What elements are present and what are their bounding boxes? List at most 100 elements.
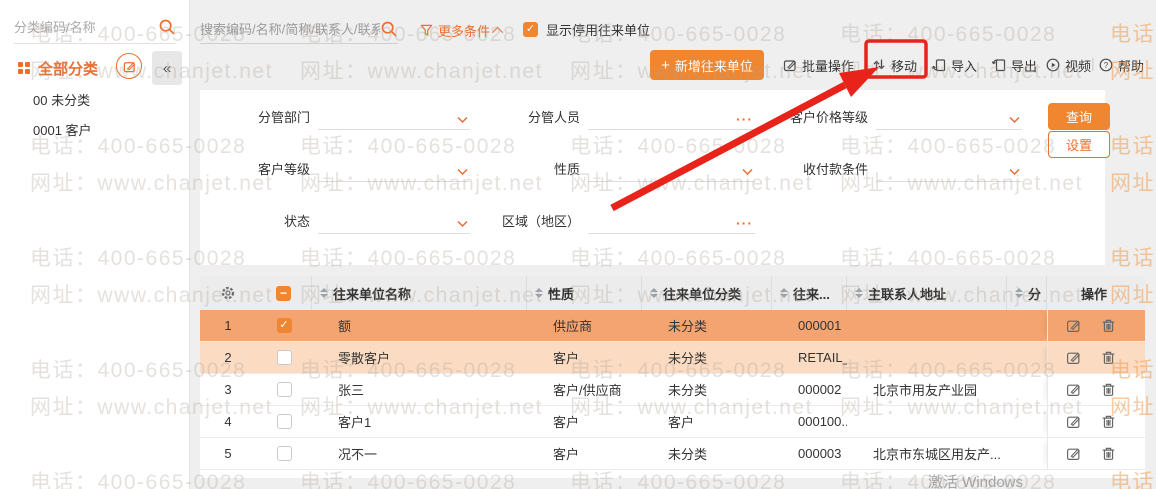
edit-category-button[interactable] [116, 53, 142, 79]
column-settings-button[interactable] [200, 276, 256, 310]
cell-category: 未分类 [642, 438, 772, 469]
payment-terms-select[interactable] [876, 158, 1022, 182]
nature-select[interactable] [588, 158, 755, 182]
table-row[interactable]: 5 况不一 客户 未分类 000003 北京市东城区用友产... [200, 438, 1145, 470]
all-categories-row[interactable]: 全部分类 « [0, 50, 190, 86]
show-disabled-toggle[interactable]: 显示停用往来单位 [523, 20, 650, 39]
filter-label: 分管部门 [208, 107, 310, 130]
cell-truncated [1007, 406, 1047, 437]
add-partner-button[interactable]: + 新增往来单位 [650, 50, 764, 80]
cell-truncated [1007, 342, 1047, 373]
row-checkbox[interactable] [277, 318, 292, 333]
table-row[interactable]: 4 客户1 客户 客户 000100... [200, 406, 1145, 438]
filter-field-nature: 性质 [486, 158, 755, 182]
chevron-down-icon[interactable] [457, 220, 468, 228]
column-header-code[interactable]: 往来... [772, 276, 847, 310]
customer-level-select[interactable] [318, 158, 470, 182]
cell-nature: 客户 [527, 406, 642, 437]
more-icon[interactable]: ··· [736, 114, 753, 124]
price-level-select[interactable] [876, 106, 1022, 130]
cell-nature: 供应商 [527, 310, 642, 341]
row-checkbox[interactable] [277, 350, 292, 365]
edit-row-button[interactable] [1066, 382, 1081, 397]
move-button[interactable]: 移动 [872, 50, 917, 80]
chevron-down-icon[interactable] [1009, 168, 1020, 176]
person-picker[interactable]: ··· [588, 106, 755, 130]
import-button[interactable]: 导入 [932, 50, 977, 80]
column-header-truncated[interactable]: 分 [1007, 276, 1047, 310]
export-icon [992, 58, 1006, 72]
search-icon[interactable] [158, 18, 176, 36]
select-all-checkbox-cell[interactable] [256, 276, 312, 310]
export-button[interactable]: 导出 [992, 50, 1037, 80]
row-checkbox-cell[interactable] [256, 438, 312, 469]
query-button[interactable]: 查询 [1048, 103, 1110, 130]
select-all-checkbox[interactable] [276, 286, 291, 301]
cell-code: 000003 [772, 438, 847, 469]
edit-row-button[interactable] [1066, 414, 1081, 429]
row-checkbox[interactable] [277, 446, 292, 461]
table-row[interactable]: 1 额 供应商 未分类 000001 [200, 310, 1145, 342]
cell-category: 客户 [642, 406, 772, 437]
table-row[interactable]: 3 张三 客户/供应商 未分类 000002 北京市用友产业园 [200, 374, 1145, 406]
help-button[interactable]: ? 帮助 [1099, 50, 1144, 80]
video-button[interactable]: 视频 [1046, 50, 1091, 80]
settings-button[interactable]: 设置 [1048, 131, 1110, 158]
search-icon[interactable] [380, 20, 398, 38]
filter-label: 客户价格等级 [762, 107, 868, 130]
row-checkbox-cell[interactable] [256, 406, 312, 437]
delete-row-button[interactable] [1101, 446, 1116, 461]
chevron-down-icon[interactable] [457, 168, 468, 176]
more-conditions-button[interactable]: 更多条件 [420, 21, 503, 40]
cell-truncated [1007, 374, 1047, 405]
edit-row-button[interactable] [1066, 350, 1081, 365]
cell-category: 未分类 [642, 342, 772, 373]
chevron-down-icon[interactable] [742, 168, 753, 176]
sort-icon[interactable] [780, 288, 788, 298]
delete-row-button[interactable] [1101, 414, 1116, 429]
row-checkbox-cell[interactable] [256, 374, 312, 405]
cell-truncated [1007, 438, 1047, 469]
chevron-down-icon[interactable] [457, 116, 468, 124]
delete-row-button[interactable] [1101, 318, 1116, 333]
sort-icon[interactable] [535, 288, 543, 298]
more-icon[interactable]: ··· [736, 218, 753, 228]
row-checkbox-cell[interactable] [256, 342, 312, 373]
column-header-name[interactable]: 往来单位名称 [312, 276, 527, 310]
sort-icon[interactable] [855, 288, 863, 298]
activate-windows-watermark: 激活 Windows [928, 471, 1023, 489]
category-search-input[interactable]: 分类编码/名称 [14, 10, 176, 44]
edit-row-button[interactable] [1066, 446, 1081, 461]
column-header-category[interactable]: 往来单位分类 [642, 276, 772, 310]
table-row[interactable]: 2 零散客户 客户 未分类 RETAIL_... [200, 342, 1145, 374]
delete-row-button[interactable] [1101, 382, 1116, 397]
row-number: 3 [200, 374, 256, 405]
move-label: 移动 [891, 56, 917, 75]
cell-actions [1047, 310, 1133, 341]
delete-row-button[interactable] [1101, 350, 1116, 365]
sort-icon[interactable] [320, 288, 328, 298]
region-picker[interactable]: ··· [588, 210, 755, 234]
collapse-sidebar-button[interactable]: « [152, 51, 182, 85]
column-header-address[interactable]: 主联系人地址 [847, 276, 1007, 310]
status-select[interactable] [318, 210, 470, 234]
sort-icon[interactable] [650, 288, 658, 298]
main-search-input[interactable]: 搜索编码/名称/简称/联系人/联系 [200, 14, 398, 44]
watermark-text: 电话：400-665-0028 [1110, 242, 1156, 272]
category-sidebar: 分类编码/名称 全部分类 « 00 未分类 0001 客户 [0, 0, 190, 489]
sort-icon[interactable] [1015, 288, 1023, 298]
toolbar-divider: | [1091, 55, 1095, 71]
row-checkbox[interactable] [277, 382, 292, 397]
sidebar-item-category-1[interactable]: 0001 客户 [33, 120, 92, 139]
row-checkbox[interactable] [277, 414, 292, 429]
row-checkbox-cell[interactable] [256, 310, 312, 341]
sidebar-item-category-0[interactable]: 00 未分类 [33, 90, 90, 109]
batch-actions-button[interactable]: 批量操作 [783, 50, 854, 80]
chevron-down-icon[interactable] [1009, 116, 1020, 124]
department-select[interactable] [318, 106, 470, 130]
cell-nature: 客户 [527, 342, 642, 373]
column-header-nature[interactable]: 性质 [527, 276, 642, 310]
show-disabled-checkbox[interactable] [523, 22, 538, 37]
edit-row-button[interactable] [1066, 318, 1081, 333]
filter-field-department: 分管部门 [208, 106, 470, 130]
